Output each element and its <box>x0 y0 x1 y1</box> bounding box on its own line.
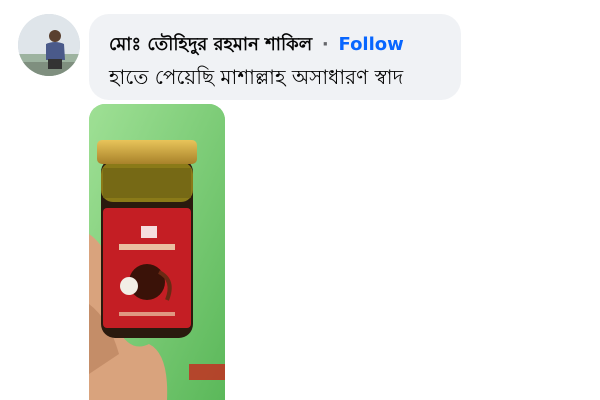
product-photo-jar-icon <box>89 104 225 400</box>
avatar[interactable] <box>18 14 80 76</box>
comment-text: হাতে পেয়েছি মাশাল্লাহ অসাধারণ স্বাদ <box>109 65 404 89</box>
avatar-photo <box>18 14 80 76</box>
comment-bubble: মোঃ তৌহিদুর রহমান শাকিল · Follow হাতে পে… <box>89 14 461 100</box>
author-name[interactable]: মোঃ তৌহিদুর রহমান শাকিল <box>109 34 312 55</box>
comment-attachment-photo[interactable] <box>89 104 225 400</box>
comment-header: মোঃ তৌহিদুর রহমান শাকিল · Follow <box>109 30 404 61</box>
separator-dot: · <box>321 34 329 55</box>
follow-button[interactable]: Follow <box>339 34 404 55</box>
